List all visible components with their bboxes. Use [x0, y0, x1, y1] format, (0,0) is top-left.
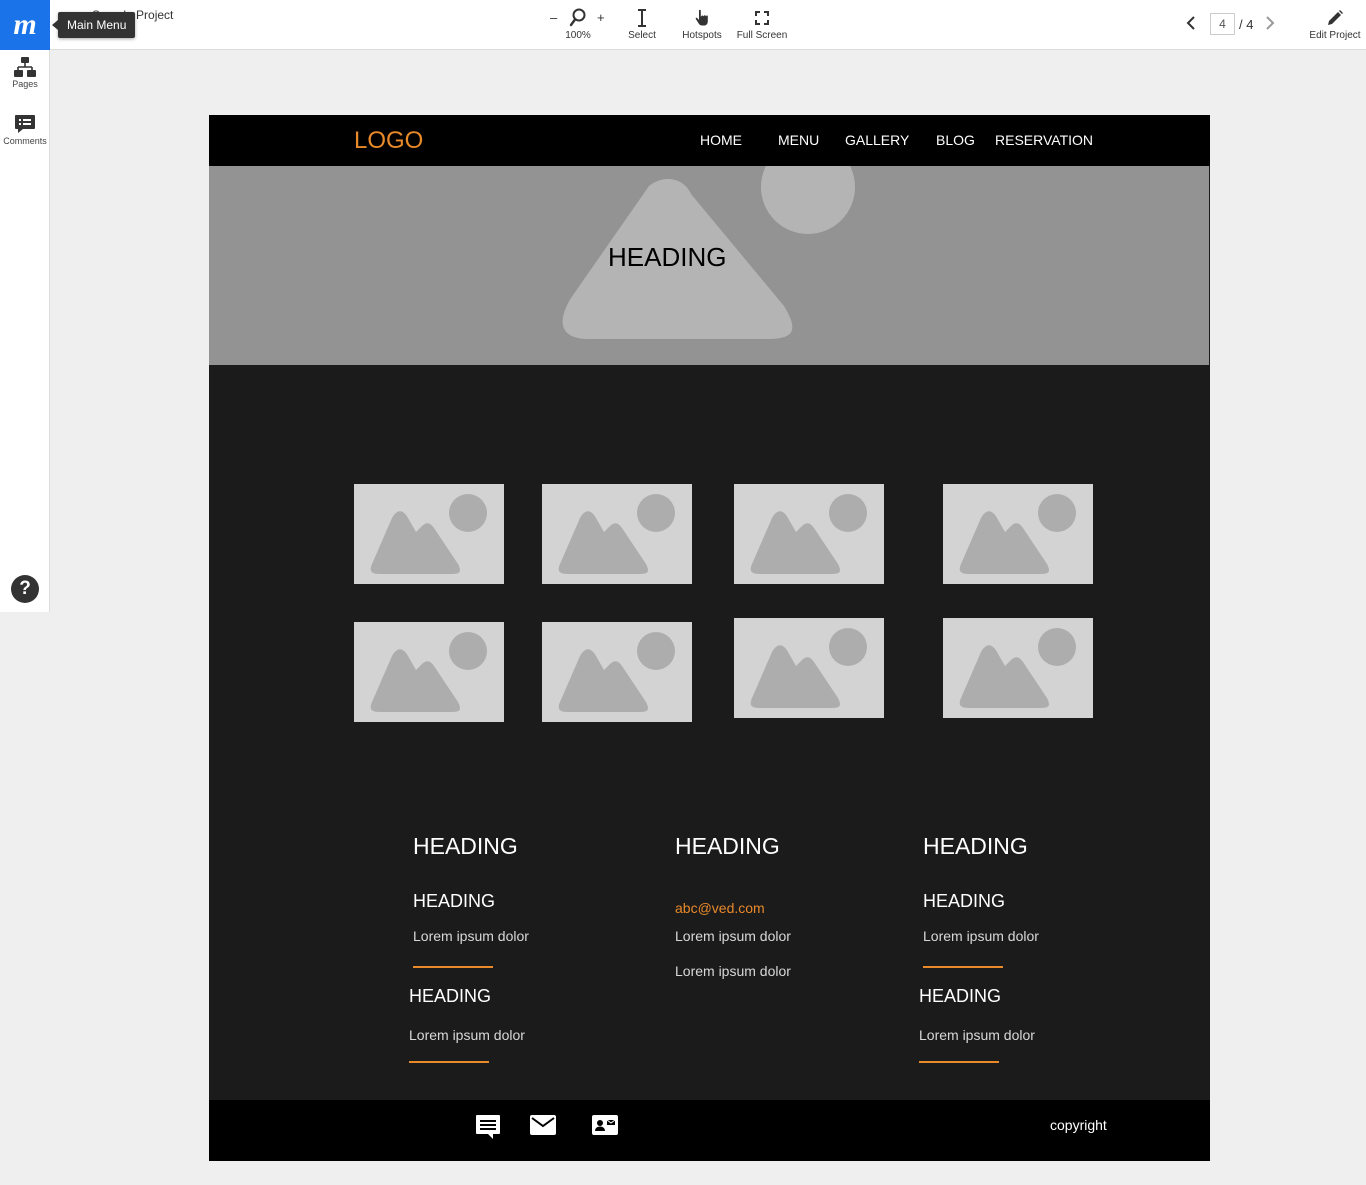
- site-footer-bar: copyright: [209, 1100, 1210, 1161]
- gallery-image[interactable]: [542, 622, 692, 722]
- footer-col3-heading: HEADING: [923, 833, 1028, 859]
- footer-col3-divider-2: [919, 1061, 999, 1063]
- select-tool-button[interactable]: Select: [622, 8, 662, 41]
- footer-col2-text-2: Lorem ipsum dolor: [675, 963, 791, 979]
- image-placeholder-icon: [959, 494, 1076, 574]
- page-number-input[interactable]: [1210, 13, 1235, 35]
- prototype-canvas: LOGO HOME MENU GALLERY BLOG RESERVATION …: [209, 115, 1210, 1161]
- gallery-image[interactable]: [542, 484, 692, 584]
- magnifier-icon: [563, 8, 593, 28]
- fullscreen-button[interactable]: Full Screen: [735, 8, 789, 41]
- zoom-level: 100%: [565, 30, 591, 41]
- gallery-image[interactable]: [943, 484, 1093, 584]
- footer-col2-text: Lorem ipsum dolor: [675, 928, 791, 944]
- contact-card-icon[interactable]: [592, 1115, 618, 1140]
- sidebar-item-pages[interactable]: Pages: [0, 55, 50, 89]
- sidebar-pages-label: Pages: [12, 79, 38, 89]
- edit-project-label: Edit Project: [1309, 30, 1361, 41]
- sidebar-comments-label: Comments: [3, 136, 47, 146]
- chevron-right-icon[interactable]: [1265, 15, 1275, 34]
- gallery-image[interactable]: [734, 484, 884, 584]
- text-cursor-icon: [622, 8, 662, 28]
- page-total: / 4: [1239, 16, 1254, 32]
- image-placeholder-icon: [370, 494, 487, 574]
- image-placeholder-icon: [959, 628, 1076, 708]
- footer-col3-subheading: HEADING: [923, 891, 1006, 911]
- footer-col3-divider: [923, 966, 1003, 968]
- image-placeholder-icon: [750, 628, 867, 708]
- gallery-image[interactable]: [354, 484, 504, 584]
- copyright-text: copyright: [1050, 1117, 1107, 1133]
- footer-col1-text-2: Lorem ipsum dolor: [409, 1027, 525, 1043]
- footer-col3-text-2: Lorem ipsum dolor: [919, 1027, 1035, 1043]
- nav-link-gallery[interactable]: GALLERY: [845, 132, 909, 148]
- top-toolbar: m Sample Project Main Menu – 100% + Sele…: [0, 0, 1366, 50]
- edit-project-button[interactable]: Edit Project: [1304, 8, 1366, 41]
- hero-banner: HEADING: [209, 166, 1209, 365]
- help-icon[interactable]: ?: [11, 575, 39, 603]
- sidebar-item-comments[interactable]: Comments: [0, 112, 50, 146]
- page-pager: / 4: [1186, 13, 1275, 35]
- nav-link-menu[interactable]: MENU: [778, 132, 819, 148]
- nav-link-blog[interactable]: BLOG: [936, 132, 975, 148]
- footer-col3-text: Lorem ipsum dolor: [923, 928, 1039, 944]
- footer-col1-heading: HEADING: [413, 833, 518, 859]
- footer-col1-divider: [413, 966, 493, 968]
- app-logo-icon: m: [13, 8, 37, 41]
- gallery-image[interactable]: [354, 622, 504, 722]
- fullscreen-icon: [735, 8, 789, 28]
- chat-icon[interactable]: [475, 1113, 501, 1146]
- comment-icon: [0, 112, 50, 136]
- chevron-left-icon[interactable]: [1186, 15, 1196, 34]
- footer-col1-subheading-2: HEADING: [409, 986, 492, 1006]
- fullscreen-label: Full Screen: [736, 30, 788, 41]
- sitemap-icon: [0, 55, 50, 79]
- gallery-image[interactable]: [943, 618, 1093, 718]
- main-menu-tooltip: Main Menu: [51, 12, 136, 38]
- image-placeholder-icon: [370, 632, 487, 712]
- zoom-out-button[interactable]: –: [550, 10, 557, 25]
- left-sidebar: Pages Comments ?: [0, 50, 50, 612]
- nav-link-home[interactable]: HOME: [700, 132, 742, 148]
- hero-heading: HEADING: [608, 242, 727, 272]
- nav-link-reservation[interactable]: RESERVATION: [995, 132, 1093, 148]
- site-navbar: LOGO HOME MENU GALLERY BLOG RESERVATION: [209, 115, 1210, 166]
- hand-pointer-icon: [680, 8, 724, 28]
- gallery-image[interactable]: [734, 618, 884, 718]
- zoom-in-button[interactable]: +: [597, 10, 605, 25]
- footer-col1-text: Lorem ipsum dolor: [413, 928, 529, 944]
- footer-col2-heading: HEADING: [675, 833, 780, 859]
- pencil-icon: [1304, 8, 1366, 28]
- footer-col1-divider-2: [409, 1061, 489, 1063]
- hotspots-tool-label: Hotspots: [682, 30, 722, 41]
- image-placeholder-icon: [558, 494, 675, 574]
- app-logo-button[interactable]: m: [0, 0, 50, 50]
- mail-icon[interactable]: [530, 1115, 556, 1140]
- footer-col3-subheading-2: HEADING: [919, 986, 1002, 1006]
- footer-email-link[interactable]: abc@ved.com: [675, 900, 765, 916]
- image-placeholder-icon: [750, 494, 867, 574]
- zoom-control[interactable]: 100%: [563, 8, 593, 41]
- select-tool-label: Select: [628, 30, 656, 41]
- hotspots-tool-button[interactable]: Hotspots: [680, 8, 724, 41]
- image-placeholder-icon: [558, 632, 675, 712]
- footer-col1-subheading: HEADING: [413, 891, 496, 911]
- site-logo[interactable]: LOGO: [354, 127, 423, 155]
